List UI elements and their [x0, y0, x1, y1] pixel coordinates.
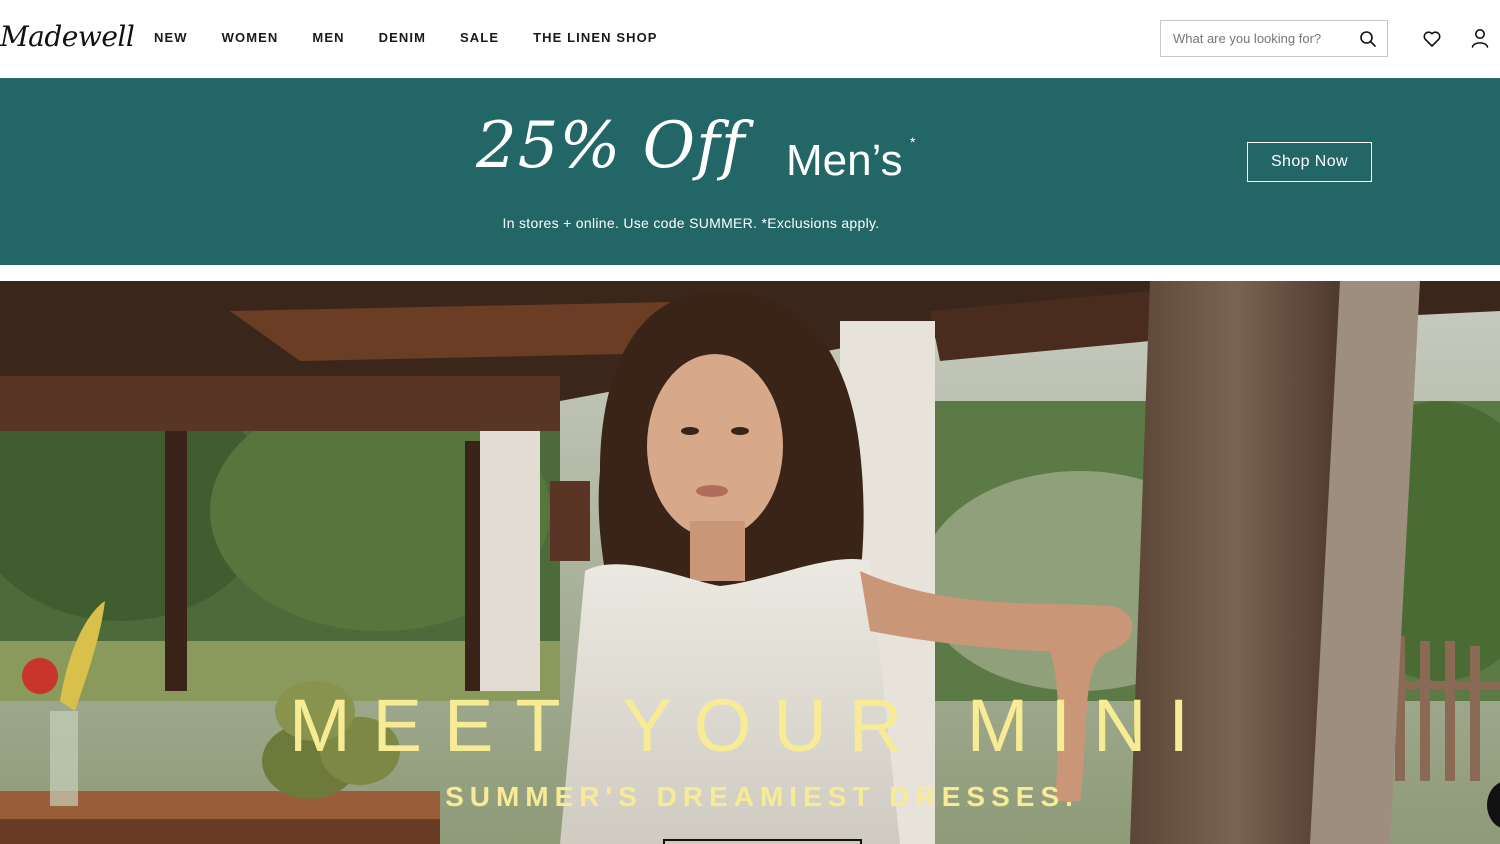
nav-linen-shop[interactable]: THE LINEN SHOP — [533, 30, 657, 45]
promo-asterisk: * — [910, 134, 916, 150]
user-icon[interactable] — [1469, 27, 1491, 49]
hero-subtitle: SUMMER'S DREAMIEST DRESSES. — [445, 781, 1079, 812]
nav-sale[interactable]: SALE — [460, 30, 499, 45]
hero-cta-button[interactable] — [663, 839, 862, 844]
madewell-logo[interactable]: Madewell — [0, 20, 135, 53]
hero-banner[interactable]: MEET YOUR MINI SUMMER'S DREAMIEST DRESSE… — [0, 281, 1500, 844]
search-icon[interactable] — [1359, 30, 1377, 48]
promo-category: Men’s — [786, 136, 903, 185]
search-box — [1160, 20, 1388, 57]
site-header: Madewell NEW WOMEN MEN DENIM SALE THE LI… — [0, 0, 1500, 78]
promo-banner: 25% Off Men’s * In stores + online. Use … — [0, 78, 1500, 265]
promo-headline: 25% Off — [476, 109, 746, 183]
search-input[interactable] — [1161, 21, 1351, 56]
nav-new[interactable]: NEW — [154, 30, 188, 45]
promo-subtext: In stores + online. Use code SUMMER. *Ex… — [502, 215, 880, 231]
nav-denim[interactable]: DENIM — [379, 30, 426, 45]
shop-now-button[interactable]: Shop Now — [1247, 142, 1372, 182]
main-nav: NEW WOMEN MEN DENIM SALE THE LINEN SHOP — [154, 30, 692, 45]
nav-men[interactable]: MEN — [312, 30, 344, 45]
hero-title: MEET YOUR MINI — [288, 684, 1211, 767]
heart-icon[interactable] — [1422, 29, 1442, 49]
nav-women[interactable]: WOMEN — [222, 30, 279, 45]
